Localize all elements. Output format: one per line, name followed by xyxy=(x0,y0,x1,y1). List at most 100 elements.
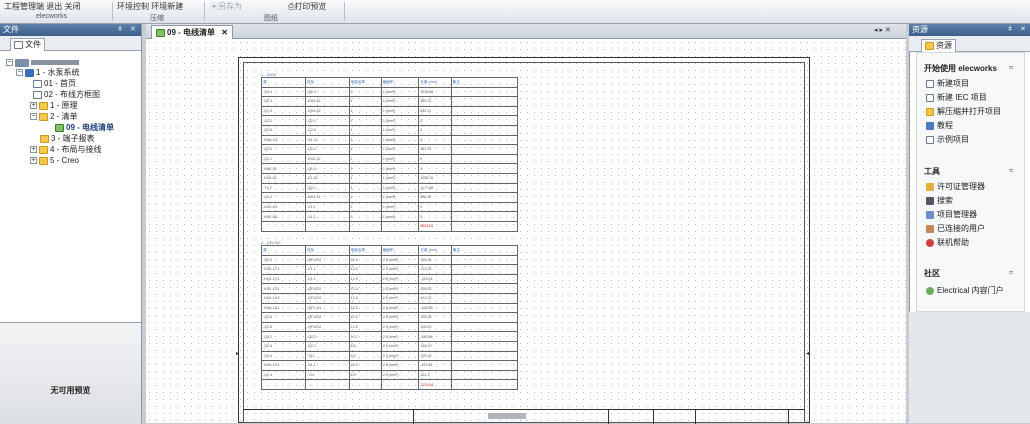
table-cell: 225.22 xyxy=(418,350,452,362)
expand-icon[interactable]: + xyxy=(30,146,37,154)
ribbon-group-drawing: 图纸 xyxy=(264,15,278,22)
table-row: -KM1.6/1 -X1.2 1 1 (mm²) 0 xyxy=(261,211,519,222)
table-cell: -Q2.1 xyxy=(304,182,350,194)
table-cell: -Q2.2 xyxy=(261,331,306,342)
ribbon-environment-buttons[interactable]: 环境控制 环境新建 xyxy=(117,1,183,12)
table-cell: -X1.1 xyxy=(304,273,350,285)
book-icon xyxy=(25,68,34,77)
table-cell xyxy=(450,283,519,294)
link-content-portal[interactable]: Electrical 内容门户 xyxy=(926,285,1004,296)
tree-item-page[interactable]: 02 - 布线方框图 xyxy=(33,90,100,100)
table-cell: -KM1.62 xyxy=(304,105,350,117)
preview-empty-text: 无可用预览 xyxy=(50,386,91,395)
ribbon-separator xyxy=(344,2,345,21)
ribbon-project-buttons[interactable]: 工程管理端 退出 关闭 xyxy=(4,1,80,12)
tree-root[interactable]: − xyxy=(6,58,79,68)
link-sample-projects[interactable]: 示例项目 xyxy=(926,134,969,145)
table-row: -KM1.1/2 -X1.11 1 1 (mm²) 0 xyxy=(261,134,519,146)
table-cell: -X1.1 xyxy=(304,264,350,275)
save-as-button[interactable]: ▣另存为 xyxy=(210,1,242,12)
table-cell xyxy=(380,220,420,232)
table-cell: -Q2.2 xyxy=(304,115,350,126)
table-cell: 12.5 xyxy=(348,321,382,333)
pin-icon[interactable]: ǂ xyxy=(118,24,122,36)
tree-item-active-sheet[interactable]: 09 - 电线清单 xyxy=(55,123,114,133)
collapse-icon[interactable]: − xyxy=(16,69,23,77)
table-header-cell: 源 xyxy=(261,245,306,256)
link-online-help[interactable]: 联机帮助 xyxy=(926,237,969,248)
collapse-icon[interactable]: − xyxy=(30,113,37,121)
table-cell: 1 xyxy=(348,144,382,155)
table-cell xyxy=(450,163,519,174)
table-cell xyxy=(348,220,382,232)
expand-icon[interactable]: + xyxy=(30,102,37,110)
table-row: -KM1.1/11 -QF1/2/2 12.5 2.5 (mm²) 528.02 xyxy=(261,283,519,294)
close-icon[interactable]: ✕ xyxy=(221,28,228,37)
tab-wire-list[interactable]: 09 - 电线清单 ✕ xyxy=(151,25,233,39)
tree-item-folder[interactable]: +1 - 原理 xyxy=(30,101,78,111)
table-cell: 1 (mm²) xyxy=(380,192,420,203)
tree-item-book[interactable]: −1 - 水泵系统 xyxy=(16,68,80,78)
link-unzip-open-project[interactable]: 解压缩并打开项目 xyxy=(926,106,1001,117)
table-cell: 0 xyxy=(418,124,452,136)
link-search[interactable]: 搜索 xyxy=(926,195,953,206)
table-cell: 2.5 (mm²) xyxy=(380,283,420,294)
table-cell: -KM1.52 xyxy=(261,163,306,174)
table-cell: 1 xyxy=(348,105,382,117)
table-header-cell: 电缆名称 xyxy=(348,245,382,256)
tab-resources[interactable]: 资源 xyxy=(921,39,956,52)
page-icon xyxy=(33,90,42,99)
table-cell xyxy=(450,292,519,304)
tab-files[interactable]: 文件 xyxy=(10,38,45,51)
table-cell xyxy=(450,134,519,146)
table-cell: -KM1.82 xyxy=(261,172,306,184)
table-cell: -Q2.4 xyxy=(261,350,306,362)
resources-empty-area xyxy=(909,312,1030,423)
collapse-icon[interactable]: − xyxy=(6,59,13,67)
document-nav-icons[interactable]: ◂ ▸ ✕ xyxy=(874,26,891,34)
link-project-manager[interactable]: 项目管理器 xyxy=(926,209,977,220)
link-new-iec-project[interactable]: 新建 IEC 项目 xyxy=(926,92,987,103)
redacted-project-name xyxy=(31,60,79,66)
link-tutorial[interactable]: 教程 xyxy=(926,120,953,131)
table-cell: -Q1.4 xyxy=(304,163,350,174)
close-icon[interactable]: ✕ xyxy=(1020,24,1026,36)
resources-tabbar: 资源 xyxy=(909,36,1030,52)
tree-item-folder[interactable]: +5 - Creo xyxy=(30,156,79,166)
table-cell: 1 xyxy=(348,201,382,213)
table-header-cell: 长度 (mm) xyxy=(418,77,452,88)
sample-projects-icon xyxy=(926,135,934,144)
collapse-chevron-icon[interactable]: ≈ xyxy=(1009,63,1013,72)
table-header-cell: 长度 (mm) xyxy=(418,245,452,256)
link-license-manager[interactable]: 许可证管理器 xyxy=(926,181,985,192)
table-cell: 1 (mm²) xyxy=(380,115,420,126)
table-row: -Q1.3 -KM1.62 1 1 (mm²) 553.11 xyxy=(261,105,519,117)
link-connected-users[interactable]: 已连接的用户 xyxy=(926,223,985,234)
globe-icon xyxy=(926,286,934,295)
folder-icon xyxy=(39,156,48,165)
table-cell: 1228.88 xyxy=(418,86,452,98)
expand-icon[interactable]: + xyxy=(30,157,37,165)
pin-icon[interactable]: ǂ xyxy=(1008,24,1012,36)
table-cell: -Q1.4 xyxy=(261,86,306,98)
close-icon[interactable]: ✕ xyxy=(130,24,136,36)
tree-item-page[interactable]: 01 - 首页 xyxy=(33,79,76,89)
table-cell: 261.2 xyxy=(418,369,452,381)
tree-item-folder[interactable]: +4 - 布局与接线 xyxy=(30,145,102,155)
table-cell: 2.5 (mm²) xyxy=(380,292,420,304)
collapse-chevron-icon[interactable]: ≈ xyxy=(1009,268,1013,277)
table-cell xyxy=(450,220,519,232)
table-cell: -Q2.8 xyxy=(261,321,306,333)
link-new-project[interactable]: 新建项目 xyxy=(926,78,969,89)
table-row: -KM1.82 -X1.32 1 1 (mm²) 1095.76 xyxy=(261,172,519,184)
tree-item-folder[interactable]: −2 - 清单 xyxy=(30,112,78,122)
table-cell: 2.5 (mm²) xyxy=(380,312,420,323)
tree-item-folder[interactable]: 3 - 端子报表 xyxy=(40,134,95,144)
folder-icon xyxy=(39,101,48,110)
table-row: -Q1.2 -Q2.2 1 1 (mm²) 0 xyxy=(261,115,519,126)
collapse-chevron-icon[interactable]: ≈ xyxy=(1009,166,1013,175)
table-cell: 1 xyxy=(348,86,382,98)
tutorial-icon xyxy=(926,121,934,130)
table-cell: -Q2.6 xyxy=(304,124,350,136)
print-preview-button[interactable]: ⎙打印预览 xyxy=(288,1,326,12)
